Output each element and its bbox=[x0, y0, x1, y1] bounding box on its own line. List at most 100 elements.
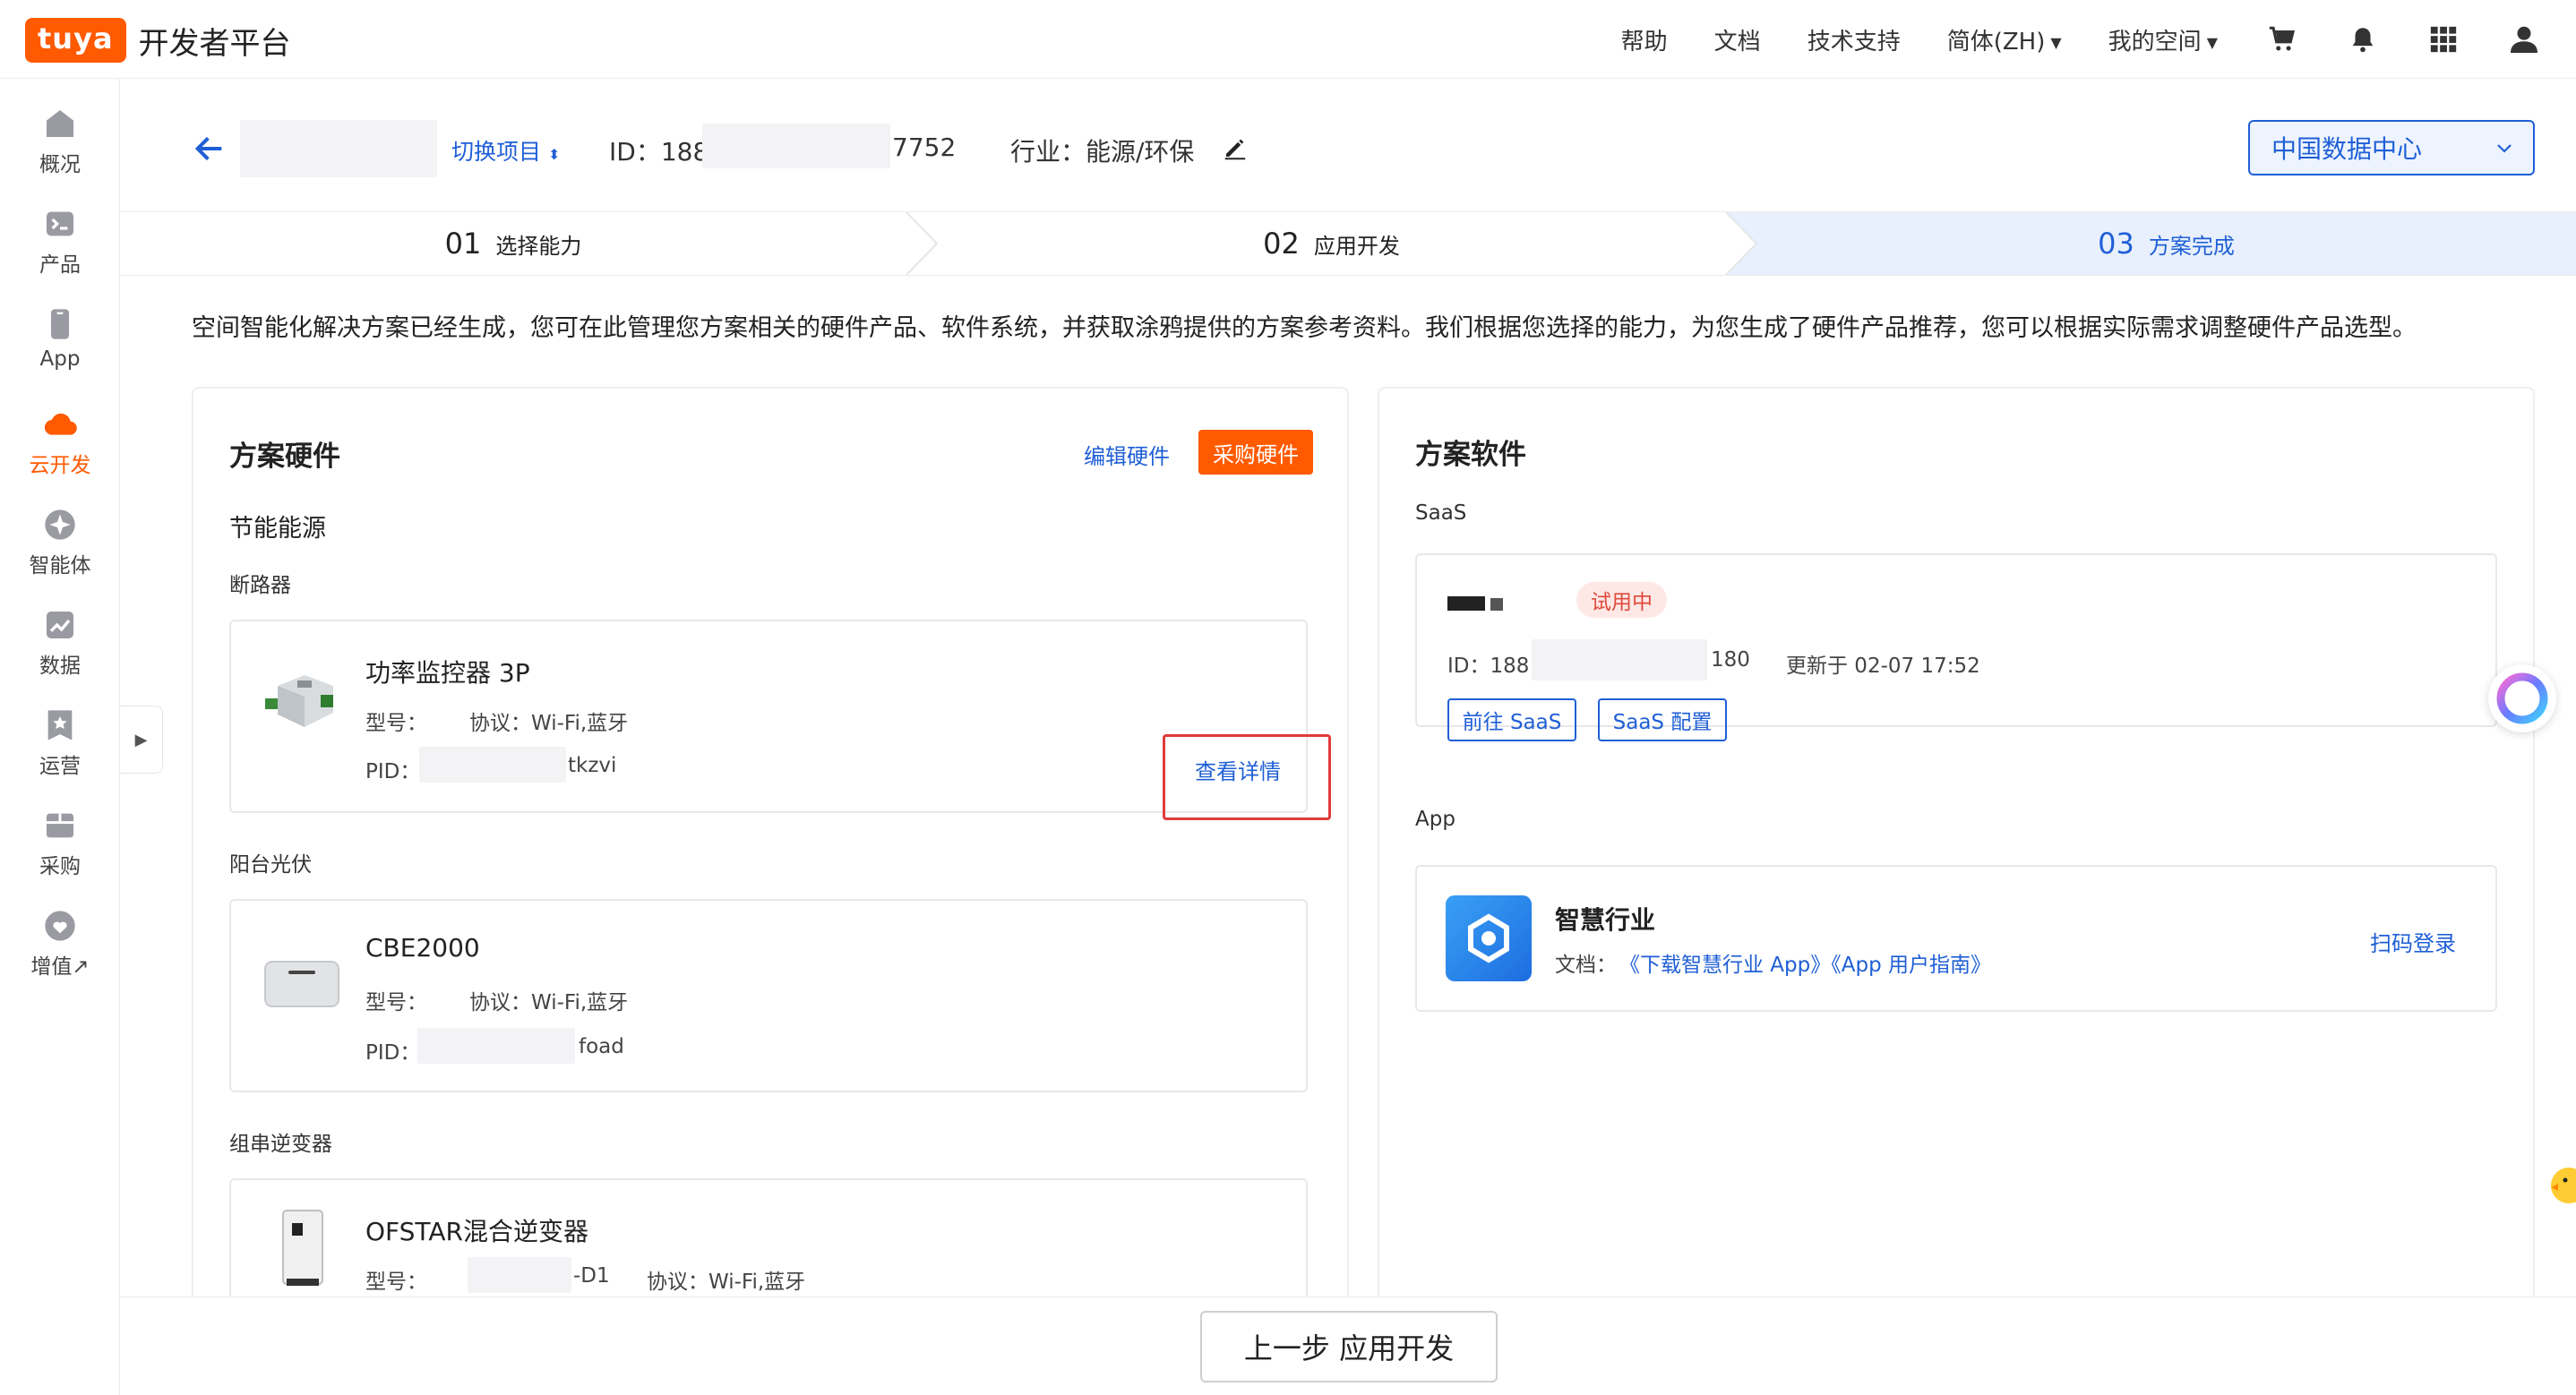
sidebar-item-products[interactable]: 产品 bbox=[0, 206, 120, 295]
product-protocol: 协议：Wi-Fi,蓝牙 bbox=[469, 991, 629, 1014]
solution-description: 空间智能化解决方案已经生成，您可在此管理您方案相关的硬件产品、软件系统，并获取涂… bbox=[192, 314, 2417, 342]
sidebar-expand-button[interactable]: ▶ bbox=[120, 706, 163, 774]
sidebar-item-label: 产品 bbox=[39, 253, 81, 277]
step-number: 01 bbox=[444, 227, 482, 261]
top-bar: tuya 开发者平台 帮助 文档 技术支持 简体(ZH) ▼ 我的空间 ▼ bbox=[0, 0, 2576, 79]
edit-pencil-icon[interactable] bbox=[1222, 134, 1249, 161]
hardware-panel-title: 方案硬件 bbox=[229, 441, 340, 473]
caret-down-icon: ▼ bbox=[2206, 33, 2218, 51]
saas-config-button[interactable]: SaaS 配置 bbox=[1598, 698, 1727, 741]
top-nav: 帮助 文档 技术支持 简体(ZH) ▼ 我的空间 ▼ bbox=[1621, 0, 2576, 79]
edit-hardware-link[interactable]: 编辑硬件 bbox=[1084, 439, 1170, 470]
cart-icon[interactable] bbox=[2264, 21, 2300, 57]
project-name-redacted bbox=[240, 120, 437, 177]
chart-icon bbox=[47, 612, 73, 638]
software-panel-title: 方案软件 bbox=[1415, 439, 1526, 471]
step-number: 03 bbox=[2098, 227, 2134, 261]
view-details-link[interactable]: 查看详情 bbox=[1195, 754, 1281, 785]
step-02: 02 应用开发 bbox=[937, 212, 1726, 275]
switch-project-button[interactable]: 切换项目 ⬍ bbox=[451, 134, 560, 167]
progress-steps: 01 选择能力 02 应用开发 03 方案完成 bbox=[120, 211, 2576, 276]
group-title-breaker: 断路器 bbox=[229, 574, 291, 597]
scan-login-link[interactable]: 扫码登录 bbox=[2370, 926, 2456, 957]
saas-name-redacted-2 bbox=[1490, 598, 1503, 611]
smart-industry-app-icon bbox=[1446, 895, 1532, 981]
product-card-ofstar-inverter[interactable]: OFSTAR混合逆变器 型号： -D1 协议：Wi-Fi,蓝牙 bbox=[229, 1178, 1308, 1297]
step-label: 应用开发 bbox=[1313, 233, 1400, 259]
product-protocol: 协议：Wi-Fi,蓝牙 bbox=[469, 712, 629, 735]
trial-status-badge: 试用中 bbox=[1576, 582, 1667, 618]
saas-id-redacted bbox=[1532, 639, 1707, 680]
step-label: 选择能力 bbox=[495, 233, 582, 259]
sidebar-item-purchase[interactable]: 采购 bbox=[0, 808, 120, 897]
saas-updated-time: 更新于 02-07 17:52 bbox=[1786, 655, 1980, 678]
step-label: 方案完成 bbox=[2148, 233, 2235, 259]
data-center-select[interactable]: 中国数据中心 bbox=[2248, 120, 2535, 175]
product-pid-label: PID： bbox=[365, 760, 421, 783]
saas-id-label: ID：188 bbox=[1447, 655, 1530, 678]
page-root: tuya 开发者平台 帮助 文档 技术支持 简体(ZH) ▼ 我的空间 ▼ 概况… bbox=[0, 0, 2576, 1395]
sidebar-item-app[interactable]: App bbox=[0, 306, 120, 396]
sidebar-item-label: 数据 bbox=[39, 655, 81, 678]
box-icon bbox=[47, 813, 73, 838]
industry-label: 行业：能源/环保 bbox=[1010, 137, 1195, 167]
my-space-label: 我的空间 bbox=[2108, 28, 2202, 56]
tuya-logo-mark: tuya bbox=[25, 18, 126, 63]
nav-tech-support[interactable]: 技术支持 bbox=[1807, 23, 1901, 56]
ai-assistant-button[interactable] bbox=[2488, 664, 2556, 732]
app-section-title: App bbox=[1415, 808, 1455, 831]
language-selector[interactable]: 简体(ZH) ▼ bbox=[1947, 23, 2062, 56]
product-model-label: 型号： bbox=[365, 991, 427, 1014]
platform-name: 开发者平台 bbox=[138, 25, 291, 62]
software-panel: 方案软件 SaaS 试用中 ID：188 180 更新于 02-07 17:52… bbox=[1378, 387, 2535, 1297]
nav-docs[interactable]: 文档 bbox=[1714, 23, 1761, 56]
app-doc-links[interactable]: 《下载智慧行业 App》《App 用户指南》 bbox=[1619, 947, 1991, 978]
product-card-cbe2000[interactable]: CBE2000 型号： 协议：Wi-Fi,蓝牙 PID： foad bbox=[229, 899, 1308, 1092]
sidebar-item-data[interactable]: 数据 bbox=[0, 607, 120, 697]
sidebar-item-overview[interactable]: 概况 bbox=[0, 106, 120, 195]
purchase-hardware-button[interactable]: 采购硬件 bbox=[1198, 430, 1313, 475]
logo[interactable]: tuya 开发者平台 bbox=[25, 18, 291, 63]
step-01: 01 选择能力 bbox=[120, 212, 906, 275]
sidebar-item-cloud-dev[interactable]: 云开发 bbox=[0, 407, 120, 496]
product-name: 功率监控器 3P bbox=[365, 658, 530, 688]
saas-card: 试用中 ID：188 180 更新于 02-07 17:52 前往 SaaS S… bbox=[1415, 553, 2497, 741]
step-03: 03 方案完成 bbox=[1756, 212, 2576, 275]
sidebar-item-operations[interactable]: 运营 bbox=[0, 707, 120, 797]
product-model-tail: -D1 bbox=[573, 1264, 610, 1288]
saas-name-redacted bbox=[1447, 596, 1485, 611]
sort-icon: ⬍ bbox=[548, 146, 561, 163]
phone-icon bbox=[51, 309, 69, 339]
project-id-tail: 7752 bbox=[892, 133, 957, 162]
data-center-value: 中国数据中心 bbox=[2271, 134, 2423, 164]
sidebar-item-label: App bbox=[39, 347, 81, 371]
chevron-right-icon: ▶ bbox=[134, 730, 148, 749]
my-space-menu[interactable]: 我的空间 ▼ bbox=[2108, 23, 2218, 56]
sidebar-item-value-added[interactable]: 增值↗ bbox=[0, 908, 120, 997]
product-card-power-monitor[interactable]: 功率监控器 3P 型号： 协议：Wi-Fi,蓝牙 PID： tkzvi bbox=[229, 620, 1308, 813]
goto-saas-button[interactable]: 前往 SaaS bbox=[1447, 698, 1576, 741]
back-arrow-icon[interactable] bbox=[190, 131, 229, 167]
project-id-label: ID：188 bbox=[609, 137, 709, 167]
switch-project-label: 切换项目 bbox=[451, 139, 542, 165]
nav-help[interactable]: 帮助 bbox=[1621, 23, 1668, 56]
previous-step-button[interactable]: 上一步 应用开发 bbox=[1200, 1311, 1498, 1382]
product-pid-label: PID： bbox=[365, 1041, 421, 1065]
cbe2000-device-image bbox=[264, 961, 339, 1007]
bell-icon[interactable] bbox=[2345, 21, 2381, 57]
sidebar-item-label: 采购 bbox=[39, 855, 81, 878]
pid-redacted bbox=[419, 747, 566, 783]
group-title-balcony-pv: 阳台光伏 bbox=[229, 853, 312, 877]
terminal-icon bbox=[47, 211, 73, 236]
sidebar-item-label: 智能体 bbox=[29, 554, 91, 578]
home-icon bbox=[47, 110, 73, 137]
product-protocol: 协议：Wi-Fi,蓝牙 bbox=[647, 1271, 806, 1294]
apps-grid-icon[interactable] bbox=[2426, 21, 2461, 57]
mascot-icon[interactable] bbox=[2538, 1155, 2576, 1216]
step-number: 02 bbox=[1263, 227, 1300, 261]
hardware-panel: 方案硬件 编辑硬件 采购硬件 节能能源 断路器 功率监控器 3P 型号： 协议：… bbox=[192, 387, 1349, 1297]
sidebar-item-agent[interactable]: 智能体 bbox=[0, 507, 120, 596]
caret-down-icon: ▼ bbox=[2050, 33, 2062, 51]
model-redacted bbox=[468, 1257, 571, 1293]
user-icon[interactable] bbox=[2506, 21, 2542, 57]
